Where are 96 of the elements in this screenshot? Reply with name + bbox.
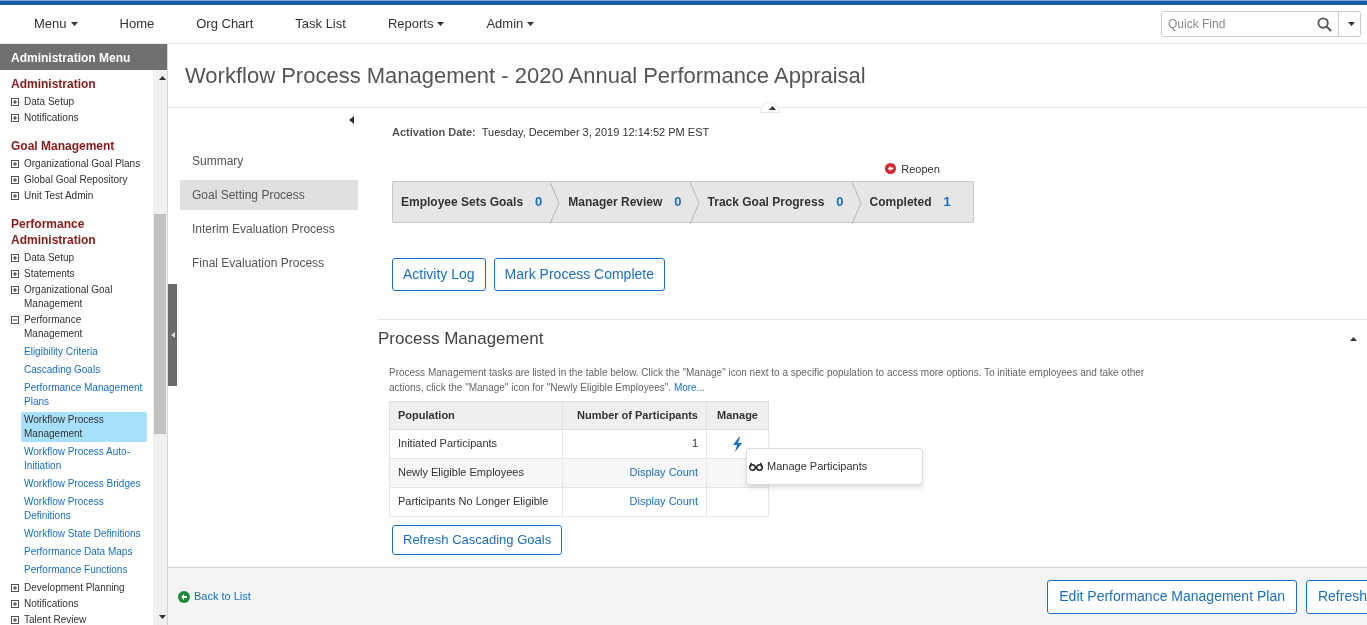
chevron-divider [851, 182, 862, 224]
action-button[interactable]: Mark Process Complete [493, 258, 665, 291]
chevron-divider [550, 182, 561, 224]
column-header: Population [389, 401, 563, 429]
sidebar-link[interactable]: Workflow Process Auto-Initiation [21, 444, 147, 474]
table-cell: Newly Eligible Employees [389, 458, 563, 487]
search-field[interactable]: Quick Find [1162, 12, 1317, 36]
footer-button[interactable]: Refresh [1305, 579, 1367, 614]
expand-icon[interactable] [11, 286, 19, 294]
refresh-cascading-goals-button[interactable]: Refresh Cascading Goals [392, 524, 563, 555]
expand-icon[interactable] [11, 114, 19, 122]
sidebar-item[interactable]: Global Goal Repository [24, 173, 142, 187]
expand-icon[interactable] [11, 192, 19, 200]
nav-link[interactable]: Org Chart [196, 14, 254, 34]
menu-item[interactable]: Manage Participants [749, 457, 922, 475]
collapse-icon[interactable] [11, 316, 19, 324]
sidebar-item[interactable]: Notifications [24, 111, 142, 125]
table-cell: Participants No Longer Eligible [389, 487, 563, 516]
process-step[interactable]: Completed 1 [861, 182, 959, 222]
sidebar-item[interactable]: Unit Test Admin [24, 189, 142, 203]
nav-link[interactable]: Menu [34, 14, 78, 34]
search-box[interactable]: Quick Find [1161, 11, 1361, 37]
caret-icon [158, 615, 166, 619]
subnav-item[interactable]: Goal Setting Process [180, 180, 358, 210]
nav-link[interactable]: Reports [387, 14, 445, 34]
section-title: Process Management [378, 328, 544, 350]
subnav-item[interactable]: Summary [180, 146, 358, 176]
caret-icon [158, 76, 166, 80]
action-button[interactable]: Activity Log [392, 258, 486, 291]
sidebar-item[interactable]: Notifications [24, 597, 142, 611]
process-step[interactable]: Manager Review 0 [560, 182, 690, 222]
nav-link[interactable]: Home [119, 14, 155, 34]
sidebar-link[interactable]: Eligibility Criteria [21, 344, 147, 360]
expand-icon[interactable] [11, 584, 19, 592]
activation-date: Tuesday, December 3, 2019 12:14:52 PM EST [481, 125, 710, 140]
subnav-item[interactable]: Interim Evaluation Process [180, 214, 358, 244]
caret-icon [437, 22, 445, 26]
sidebar-item[interactable]: Statements [24, 267, 142, 281]
sidebar-link[interactable]: Performance Management Plans [21, 380, 147, 410]
table-cell: 1 [691, 437, 698, 450]
column-header: Number of Participants [562, 401, 707, 429]
back-link[interactable]: Back to List [178, 588, 251, 605]
lightning-icon[interactable] [732, 436, 743, 452]
expand-icon[interactable] [11, 616, 19, 624]
activation-label: Activation Date: [392, 125, 476, 140]
expand-icon[interactable] [11, 254, 19, 262]
collapse-handle[interactable] [168, 284, 177, 386]
description: Process Management tasks are listed in the table below. Click the "Manage" icon next to a specific population to access more options. To initiate employees and take other actions, click the "Manage" icon for "Newly Eligible Employees". More... [389, 365, 1146, 395]
caret-icon [70, 22, 78, 26]
sidebar-link[interactable]: Performance Functions [21, 562, 147, 578]
sidebar-title: Administration Menu [0, 44, 167, 70]
sidebar-item[interactable]: Data Setup [24, 95, 142, 109]
sidebar-link[interactable]: Workflow State Definitions [21, 526, 147, 542]
caret-icon [1348, 22, 1355, 26]
caret-icon [768, 105, 776, 110]
section-heading: Performance Administration [11, 216, 97, 248]
sidebar-link[interactable]: Workflow Process Bridges [21, 476, 147, 492]
arrow-left-circle-icon [885, 163, 897, 175]
search-icon[interactable] [1317, 16, 1332, 32]
sidebar-link[interactable]: Cascading Goals [21, 362, 147, 378]
sidebar-item[interactable]: Performance Management [24, 313, 142, 341]
expand-icon[interactable] [11, 98, 19, 106]
process-step[interactable]: Employee Sets Goals 0 [393, 182, 551, 222]
arrow-left-circle-icon [178, 590, 190, 603]
page-title: Workflow Process Management - 2020 Annual Performance Appraisal [185, 62, 866, 90]
column-header: Manage [706, 401, 769, 429]
process-step[interactable]: Track Goal Progress 0 [699, 182, 852, 222]
sidebar-item[interactable]: Development Planning [24, 581, 142, 595]
scrollbar[interactable] [153, 70, 167, 625]
expand-icon[interactable] [11, 160, 19, 168]
nav-link[interactable]: Task List [295, 14, 346, 34]
sidebar-item[interactable]: Data Setup [24, 251, 142, 265]
caret-icon [527, 22, 535, 26]
expand-icon[interactable] [11, 600, 19, 608]
sidebar-item[interactable]: Organizational Goal Plans [24, 157, 142, 171]
subnav-item[interactable]: Final Evaluation Process [180, 248, 358, 278]
reopen-link[interactable]: Reopen [885, 160, 940, 177]
collapse-tab[interactable] [760, 102, 780, 113]
expand-icon[interactable] [11, 270, 19, 278]
footer-button[interactable]: Edit Performance Management Plan [1047, 579, 1297, 614]
chevron-divider [689, 182, 700, 224]
collapse-icon[interactable] [1350, 336, 1357, 341]
nav-link[interactable]: Admin [486, 14, 535, 34]
table-cell: Initiated Participants [389, 429, 563, 458]
section-heading: Goal Management [11, 138, 116, 154]
collapse-left-icon[interactable] [349, 116, 354, 124]
expand-icon[interactable] [11, 176, 19, 184]
arrow-left-icon [170, 332, 175, 338]
glasses-icon [749, 461, 763, 471]
more-link[interactable]: More... [673, 381, 705, 393]
sidebar-item[interactable]: Organizational Goal Management [24, 283, 142, 311]
sidebar-item[interactable]: Talent Review [24, 613, 142, 625]
section-heading: Administration [11, 76, 97, 92]
sidebar-link[interactable]: Workflow Process Definitions [21, 494, 147, 524]
sidebar-link[interactable]: Performance Data Maps [21, 544, 147, 560]
sidebar-link[interactable]: Workflow Process Management [21, 412, 147, 442]
